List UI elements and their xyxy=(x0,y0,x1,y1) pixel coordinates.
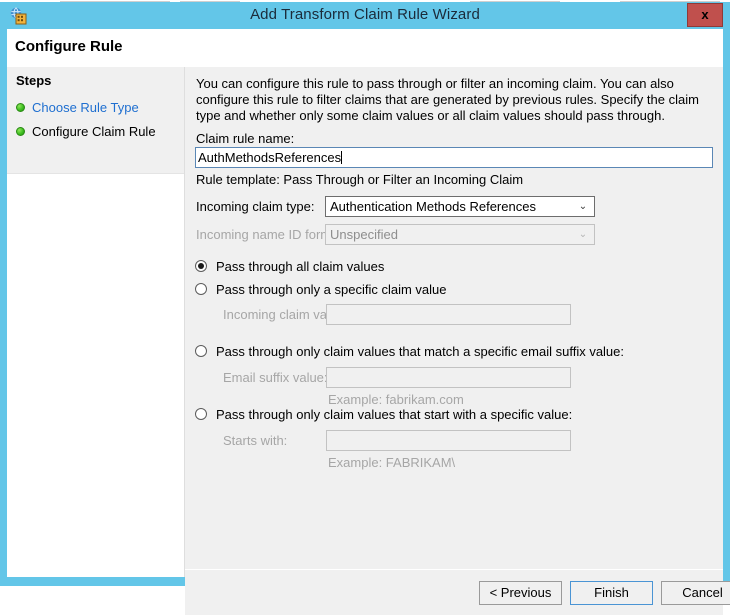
incoming-name-id-format-select: Unspecified ⌄ xyxy=(325,224,595,245)
dialog-button-bar: < Previous Finish Cancel xyxy=(185,569,730,615)
step-bullet-icon xyxy=(16,102,25,112)
steps-sidebar: Steps Choose Rule Type Configure Claim R… xyxy=(7,67,185,577)
rule-description-text: You can configure this rule to pass thro… xyxy=(196,76,699,123)
cancel-button[interactable]: Cancel xyxy=(661,581,730,605)
incoming-claim-type-select[interactable]: Authentication Methods References ⌄ xyxy=(325,196,595,217)
incoming-claim-value-input xyxy=(326,304,571,325)
starts-with-value-label: Starts with: xyxy=(223,433,288,448)
radio-icon xyxy=(195,283,207,295)
wizard-header-band: Configure Rule xyxy=(7,29,723,67)
wizard-content: Steps Choose Rule Type Configure Claim R… xyxy=(7,67,730,615)
starts-with-example-text: Example: FABRIKAM\ xyxy=(328,455,456,470)
sidebar-item-label: Configure Claim Rule xyxy=(32,123,156,139)
radio-icon xyxy=(195,408,207,420)
page-title: Configure Rule xyxy=(15,38,123,55)
radio-icon xyxy=(195,260,207,272)
radio-label: Pass through only claim values that star… xyxy=(216,406,573,422)
add-transform-claim-rule-wizard-dialog: Add Transform Claim Rule Wizard x Config… xyxy=(0,2,730,615)
incoming-claim-type-label: Incoming claim type: xyxy=(196,199,315,214)
email-suffix-value-label: Email suffix value: xyxy=(223,370,328,385)
close-icon[interactable]: x xyxy=(687,3,723,27)
starts-with-value-input xyxy=(326,430,571,451)
text-caret xyxy=(341,151,343,164)
radio-pass-specific-claim-value[interactable]: Pass through only a specific claim value xyxy=(195,280,447,298)
main-panel-inner: You can configure this rule to pass thro… xyxy=(185,67,723,531)
incoming-name-id-format-label: Incoming name ID format: xyxy=(196,227,346,242)
claim-rule-name-value: AuthMethodsReferences xyxy=(198,150,342,165)
dialog-titlebar[interactable]: Add Transform Claim Rule Wizard x xyxy=(0,2,730,29)
claim-rule-name-label: Claim rule name: xyxy=(196,131,295,146)
sidebar-item-choose-rule-type[interactable]: Choose Rule Type xyxy=(16,98,139,116)
incoming-claim-type-value: Authentication Methods References xyxy=(330,199,536,214)
radio-icon xyxy=(195,345,207,357)
radio-pass-all-claim-values[interactable]: Pass through all claim values xyxy=(195,257,384,275)
sidebar-item-configure-claim-rule[interactable]: Configure Claim Rule xyxy=(16,122,156,140)
finish-button[interactable]: Finish xyxy=(570,581,653,605)
previous-button[interactable]: < Previous xyxy=(479,581,562,605)
radio-label: Pass through only a specific claim value xyxy=(216,281,447,297)
dialog-body: Configure Rule Steps Choose Rule Type Co… xyxy=(7,29,730,615)
dialog-title: Add Transform Claim Rule Wizard xyxy=(250,6,480,23)
main-panel: You can configure this rule to pass thro… xyxy=(185,67,723,577)
step-bullet-icon xyxy=(16,126,25,136)
radio-label: Pass through all claim values xyxy=(216,258,385,274)
chevron-down-icon: ⌄ xyxy=(578,229,588,240)
chevron-down-icon: ⌄ xyxy=(578,201,588,212)
email-suffix-value-input xyxy=(326,367,571,388)
claim-rule-name-input[interactable]: AuthMethodsReferences xyxy=(195,147,713,168)
radio-label: Pass through only claim values that matc… xyxy=(216,343,625,359)
radio-pass-email-suffix[interactable]: Pass through only claim values that matc… xyxy=(195,342,624,360)
rule-template-text: Rule template: Pass Through or Filter an… xyxy=(196,172,524,187)
incoming-name-id-format-value: Unspecified xyxy=(330,227,398,242)
sidebar-item-label: Choose Rule Type xyxy=(32,99,139,115)
steps-heading: Steps xyxy=(16,73,52,88)
radio-pass-starts-with[interactable]: Pass through only claim values that star… xyxy=(195,405,572,423)
